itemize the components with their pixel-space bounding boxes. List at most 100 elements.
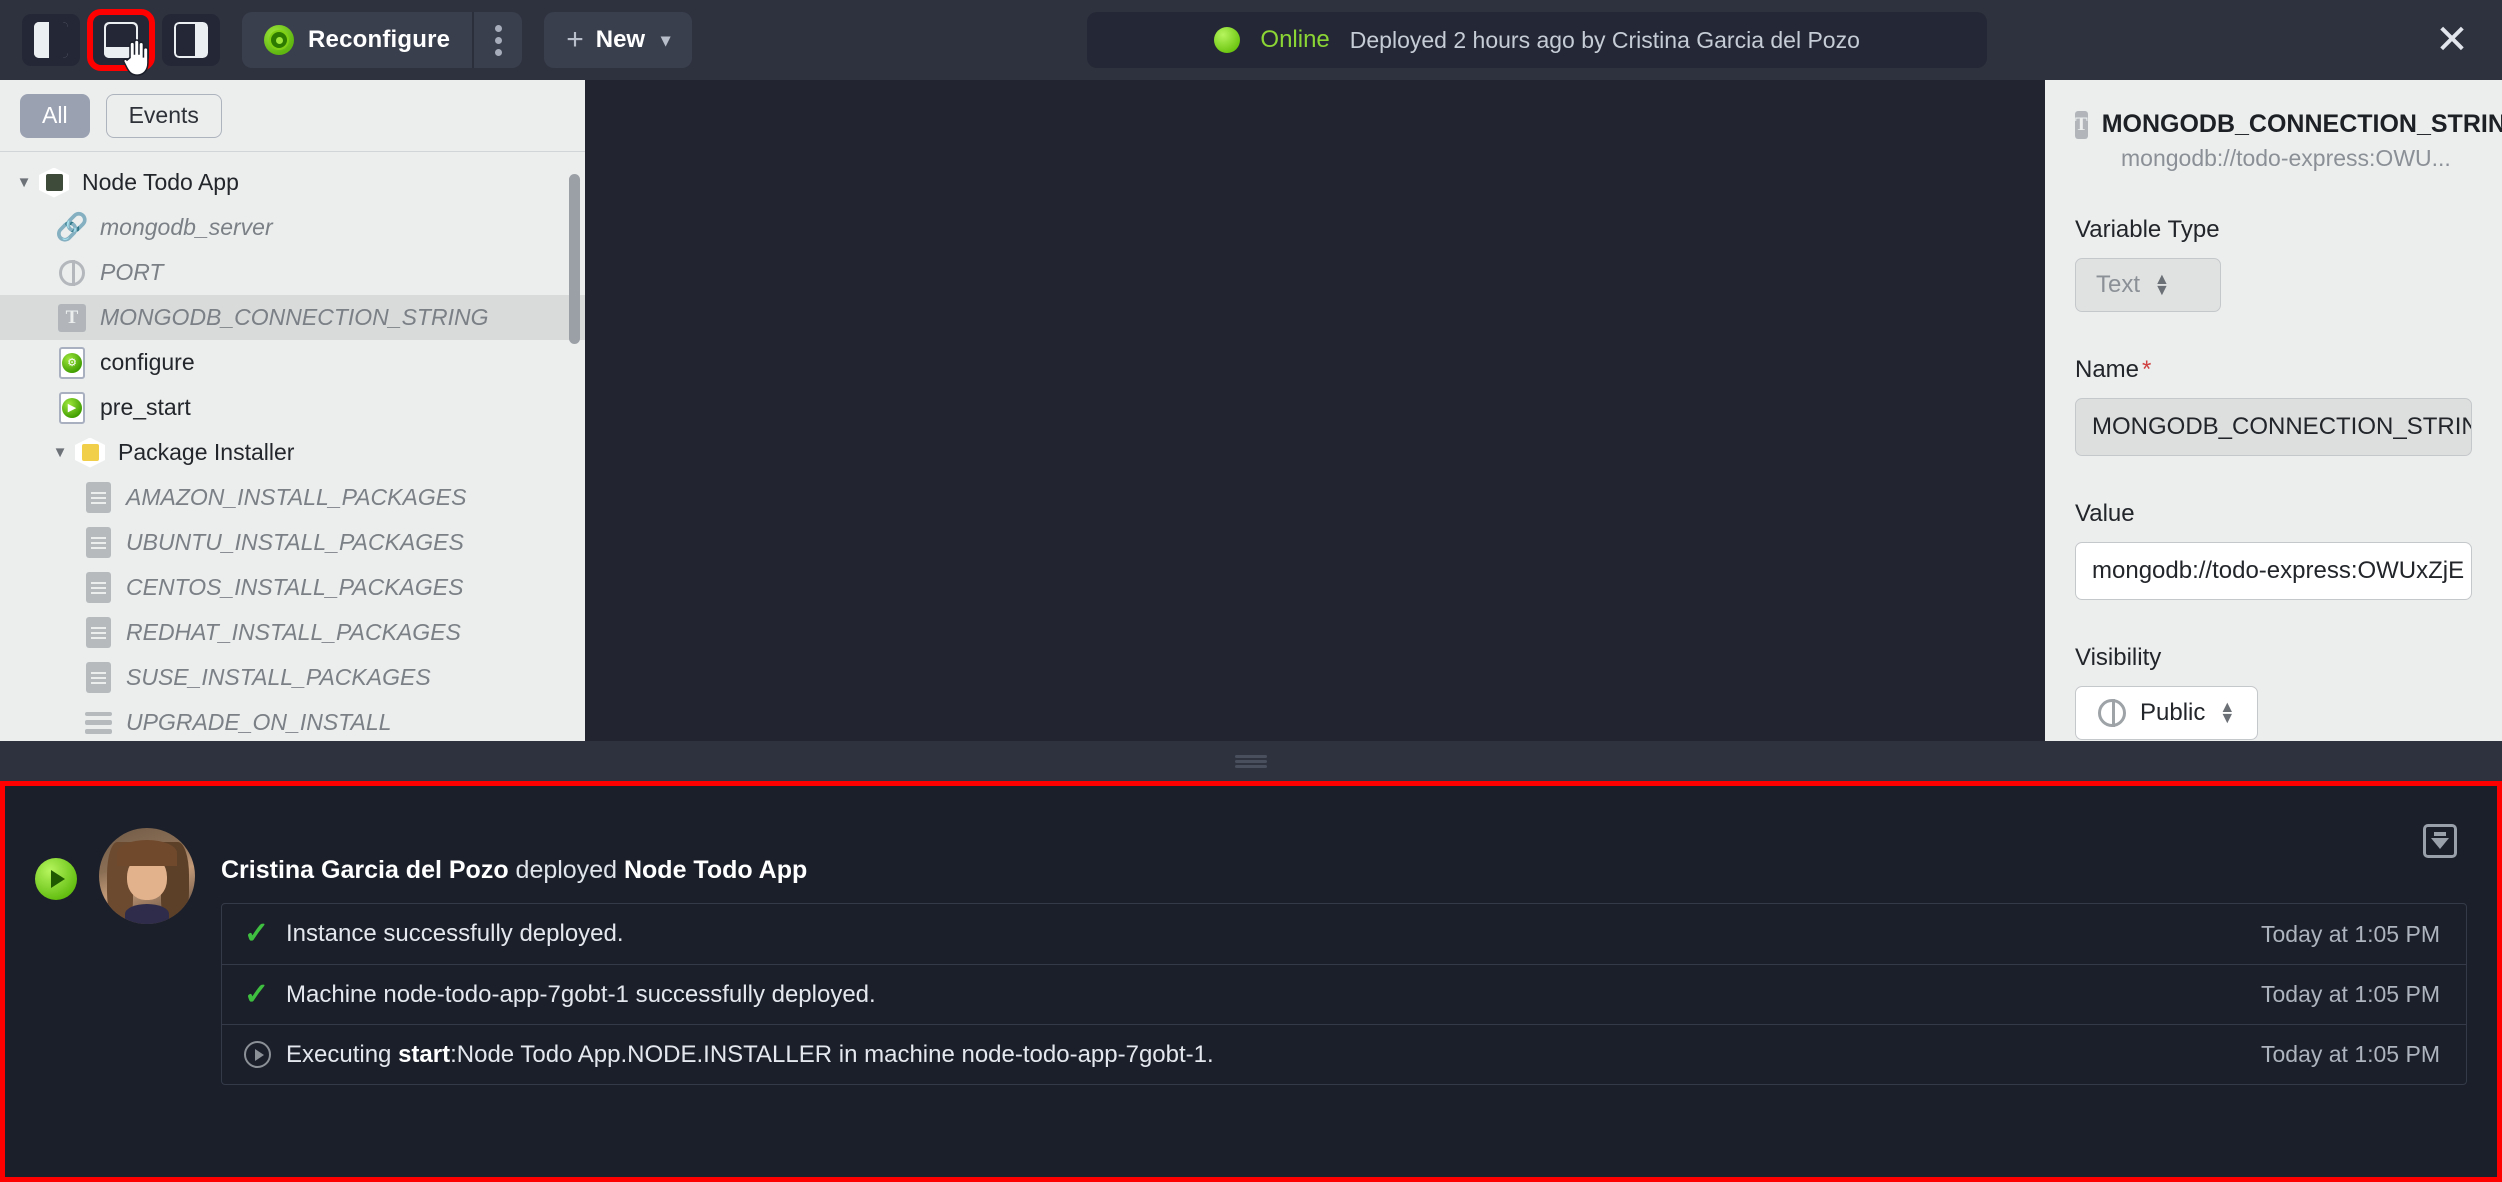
new-label: New: [595, 26, 646, 53]
kebab-dot-icon: [494, 48, 502, 56]
reconfigure-menu-button[interactable]: [474, 12, 522, 68]
tree-item-label: UBUNTU_INSTALL_PACKAGES: [126, 529, 464, 555]
filter-tab-events-label: Events: [128, 102, 199, 128]
log-timestamp: Today at 1:05 PM: [2261, 920, 2440, 947]
filter-tab-all[interactable]: All: [20, 93, 90, 138]
tree-item-node-todo-app[interactable]: ▼ Node Todo App: [0, 160, 585, 205]
panel-layout-button-group: [22, 9, 220, 71]
new-button[interactable]: + New ▾: [544, 12, 693, 68]
tree-filter-bar: All Events: [0, 80, 585, 152]
kebab-dot-icon: [494, 24, 502, 32]
panel-left-icon: [34, 22, 68, 58]
tree-item-label: CENTOS_INSTALL_PACKAGES: [126, 574, 464, 600]
tree-item-configure[interactable]: ⚙ configure: [0, 340, 585, 385]
required-asterisk: *: [2142, 356, 2152, 383]
table-row[interactable]: ✓ Instance successfully deployed. Today …: [222, 904, 2466, 964]
app-icon: [38, 167, 70, 199]
tree-item-label: configure: [100, 349, 195, 375]
resize-grip-icon[interactable]: [1235, 754, 1267, 768]
tree-item-label: Node Todo App: [82, 169, 239, 195]
tree-item-redhat-install-packages[interactable]: REDHAT_INSTALL_PACKAGES: [0, 610, 585, 655]
script-play-icon: ▶: [56, 391, 88, 424]
gear-icon: [264, 25, 294, 55]
globe-icon: [2098, 699, 2126, 727]
tree-item-label: Package Installer: [118, 439, 295, 465]
tree-scrollbar[interactable]: [569, 174, 580, 344]
log-message-post: :Node Todo App.NODE.INSTALLER in machine…: [450, 1040, 1214, 1068]
file-icon: [82, 527, 114, 559]
status-description: Deployed 2 hours ago by Cristina Garcia …: [1349, 26, 1860, 53]
tree-item-label: MONGODB_CONNECTION_STRING: [100, 304, 489, 330]
visibility-label: Visibility: [2075, 644, 2162, 671]
chevron-updown-icon: ▲ ▼: [2154, 270, 2170, 299]
tree-item-label: SUSE_INSTALL_PACKAGES: [126, 664, 431, 690]
tree-item-mongodb-connection-string[interactable]: T MONGODB_CONNECTION_STRING: [0, 295, 585, 340]
properties-subtitle: mongodb://todo-express:OWU...: [2121, 145, 2451, 171]
check-icon: ✓: [244, 917, 270, 950]
top-toolbar: Reconfigure + New ▾ Online Deployed 2 ho…: [0, 0, 2502, 80]
close-icon: ✕: [2435, 18, 2469, 62]
filter-tab-all-label: All: [42, 102, 68, 128]
script-gear-icon: ⚙: [56, 346, 88, 379]
lines-icon: [82, 707, 114, 739]
value-field[interactable]: mongodb://todo-express:OWUxZjE: [2075, 542, 2472, 600]
tree-item-port[interactable]: PORT: [0, 250, 585, 295]
tree-item-ubuntu-install-packages[interactable]: UBUNTU_INSTALL_PACKAGES: [0, 520, 585, 565]
page-title: MONGODB_CONNECTION_STRIN: [2101, 110, 2502, 138]
deployment-status-pill: Online Deployed 2 hours ago by Cristina …: [1087, 12, 1988, 68]
name-field[interactable]: MONGODB_CONNECTION_STRING: [2075, 398, 2472, 456]
tree-item-upgrade-on-install[interactable]: UPGRADE_ON_INSTALL: [0, 700, 585, 741]
activity-actor: Cristina Garcia del Pozo: [221, 856, 509, 884]
run-icon: [244, 1041, 286, 1068]
tree-item-pre-start[interactable]: ▶ pre_start: [0, 385, 585, 430]
panel-right-toggle[interactable]: [162, 14, 220, 66]
visibility-select[interactable]: Public ▲ ▼: [2075, 686, 2259, 740]
tree-item-package-installer[interactable]: ▼ Package Installer: [0, 430, 585, 475]
variable-type-select[interactable]: Text ▲ ▼: [2075, 258, 2221, 312]
link-icon: 🔗: [55, 212, 89, 242]
reconfigure-button[interactable]: Reconfigure: [242, 12, 472, 68]
file-icon: [82, 617, 114, 649]
tree-item-label: mongodb_server: [100, 214, 273, 240]
panel-bottom-toggle[interactable]: [87, 9, 155, 71]
value-field-value: mongodb://todo-express:OWUxZjE: [2092, 557, 2465, 584]
reconfigure-button-group: Reconfigure: [242, 12, 523, 68]
panel-resize-divider[interactable]: [0, 741, 2502, 781]
tree-item-label: UPGRADE_ON_INSTALL: [126, 709, 392, 735]
log-message: Executing start:Node Todo App.NODE.INSTA…: [286, 1041, 1214, 1069]
activity-log-table: ✓ Instance successfully deployed. Today …: [221, 903, 2467, 1085]
twisty-expanded-icon[interactable]: ▼: [10, 174, 38, 191]
log-message-bold: start: [398, 1040, 451, 1068]
table-row[interactable]: Executing start:Node Todo App.NODE.INSTA…: [222, 1024, 2466, 1084]
diagram-canvas[interactable]: [585, 80, 2045, 741]
activity-headline: Cristina Garcia del Pozo deployed Node T…: [221, 856, 2467, 885]
close-button[interactable]: ✕: [2424, 12, 2480, 68]
chevron-updown-icon: ▲ ▼: [2219, 698, 2236, 727]
name-field-value: MONGODB_CONNECTION_STRING: [2092, 413, 2472, 440]
reconfigure-label: Reconfigure: [308, 26, 451, 53]
tree-item-label: PORT: [100, 259, 164, 285]
panel-right-icon: [174, 22, 208, 58]
log-message-pre: Executing: [286, 1040, 399, 1068]
value-label: Value: [2075, 500, 2135, 527]
tree-item-label: pre_start: [100, 394, 191, 420]
plus-icon: +: [566, 23, 584, 56]
panel-left-toggle[interactable]: [22, 14, 80, 66]
properties-header: T MONGODB_CONNECTION_STRIN: [2075, 110, 2502, 139]
resource-tree[interactable]: ▼ Node Todo App 🔗 mongodb_server PORT T …: [0, 152, 585, 741]
name-label-text: Name: [2075, 356, 2140, 383]
text-variable-icon: T: [56, 302, 88, 334]
twisty-expanded-icon[interactable]: ▼: [46, 444, 74, 461]
download-icon[interactable]: [2423, 824, 2457, 858]
chevron-down-icon[interactable]: ▾: [661, 30, 670, 51]
tree-item-amazon-install-packages[interactable]: AMAZON_INSTALL_PACKAGES: [0, 475, 585, 520]
tree-item-centos-install-packages[interactable]: CENTOS_INSTALL_PACKAGES: [0, 565, 585, 610]
log-timestamp: Today at 1:05 PM: [2261, 981, 2440, 1007]
activity-target: Node Todo App: [623, 856, 808, 884]
filter-tab-events[interactable]: Events: [105, 93, 222, 138]
table-row[interactable]: ✓ Machine node-todo-app-7gobt-1 successf…: [222, 964, 2466, 1024]
tree-item-mongodb-server[interactable]: 🔗 mongodb_server: [0, 205, 585, 250]
tree-item-suse-install-packages[interactable]: SUSE_INSTALL_PACKAGES: [0, 655, 585, 700]
tree-item-label: AMAZON_INSTALL_PACKAGES: [126, 484, 467, 510]
tree-item-label: REDHAT_INSTALL_PACKAGES: [126, 619, 461, 645]
